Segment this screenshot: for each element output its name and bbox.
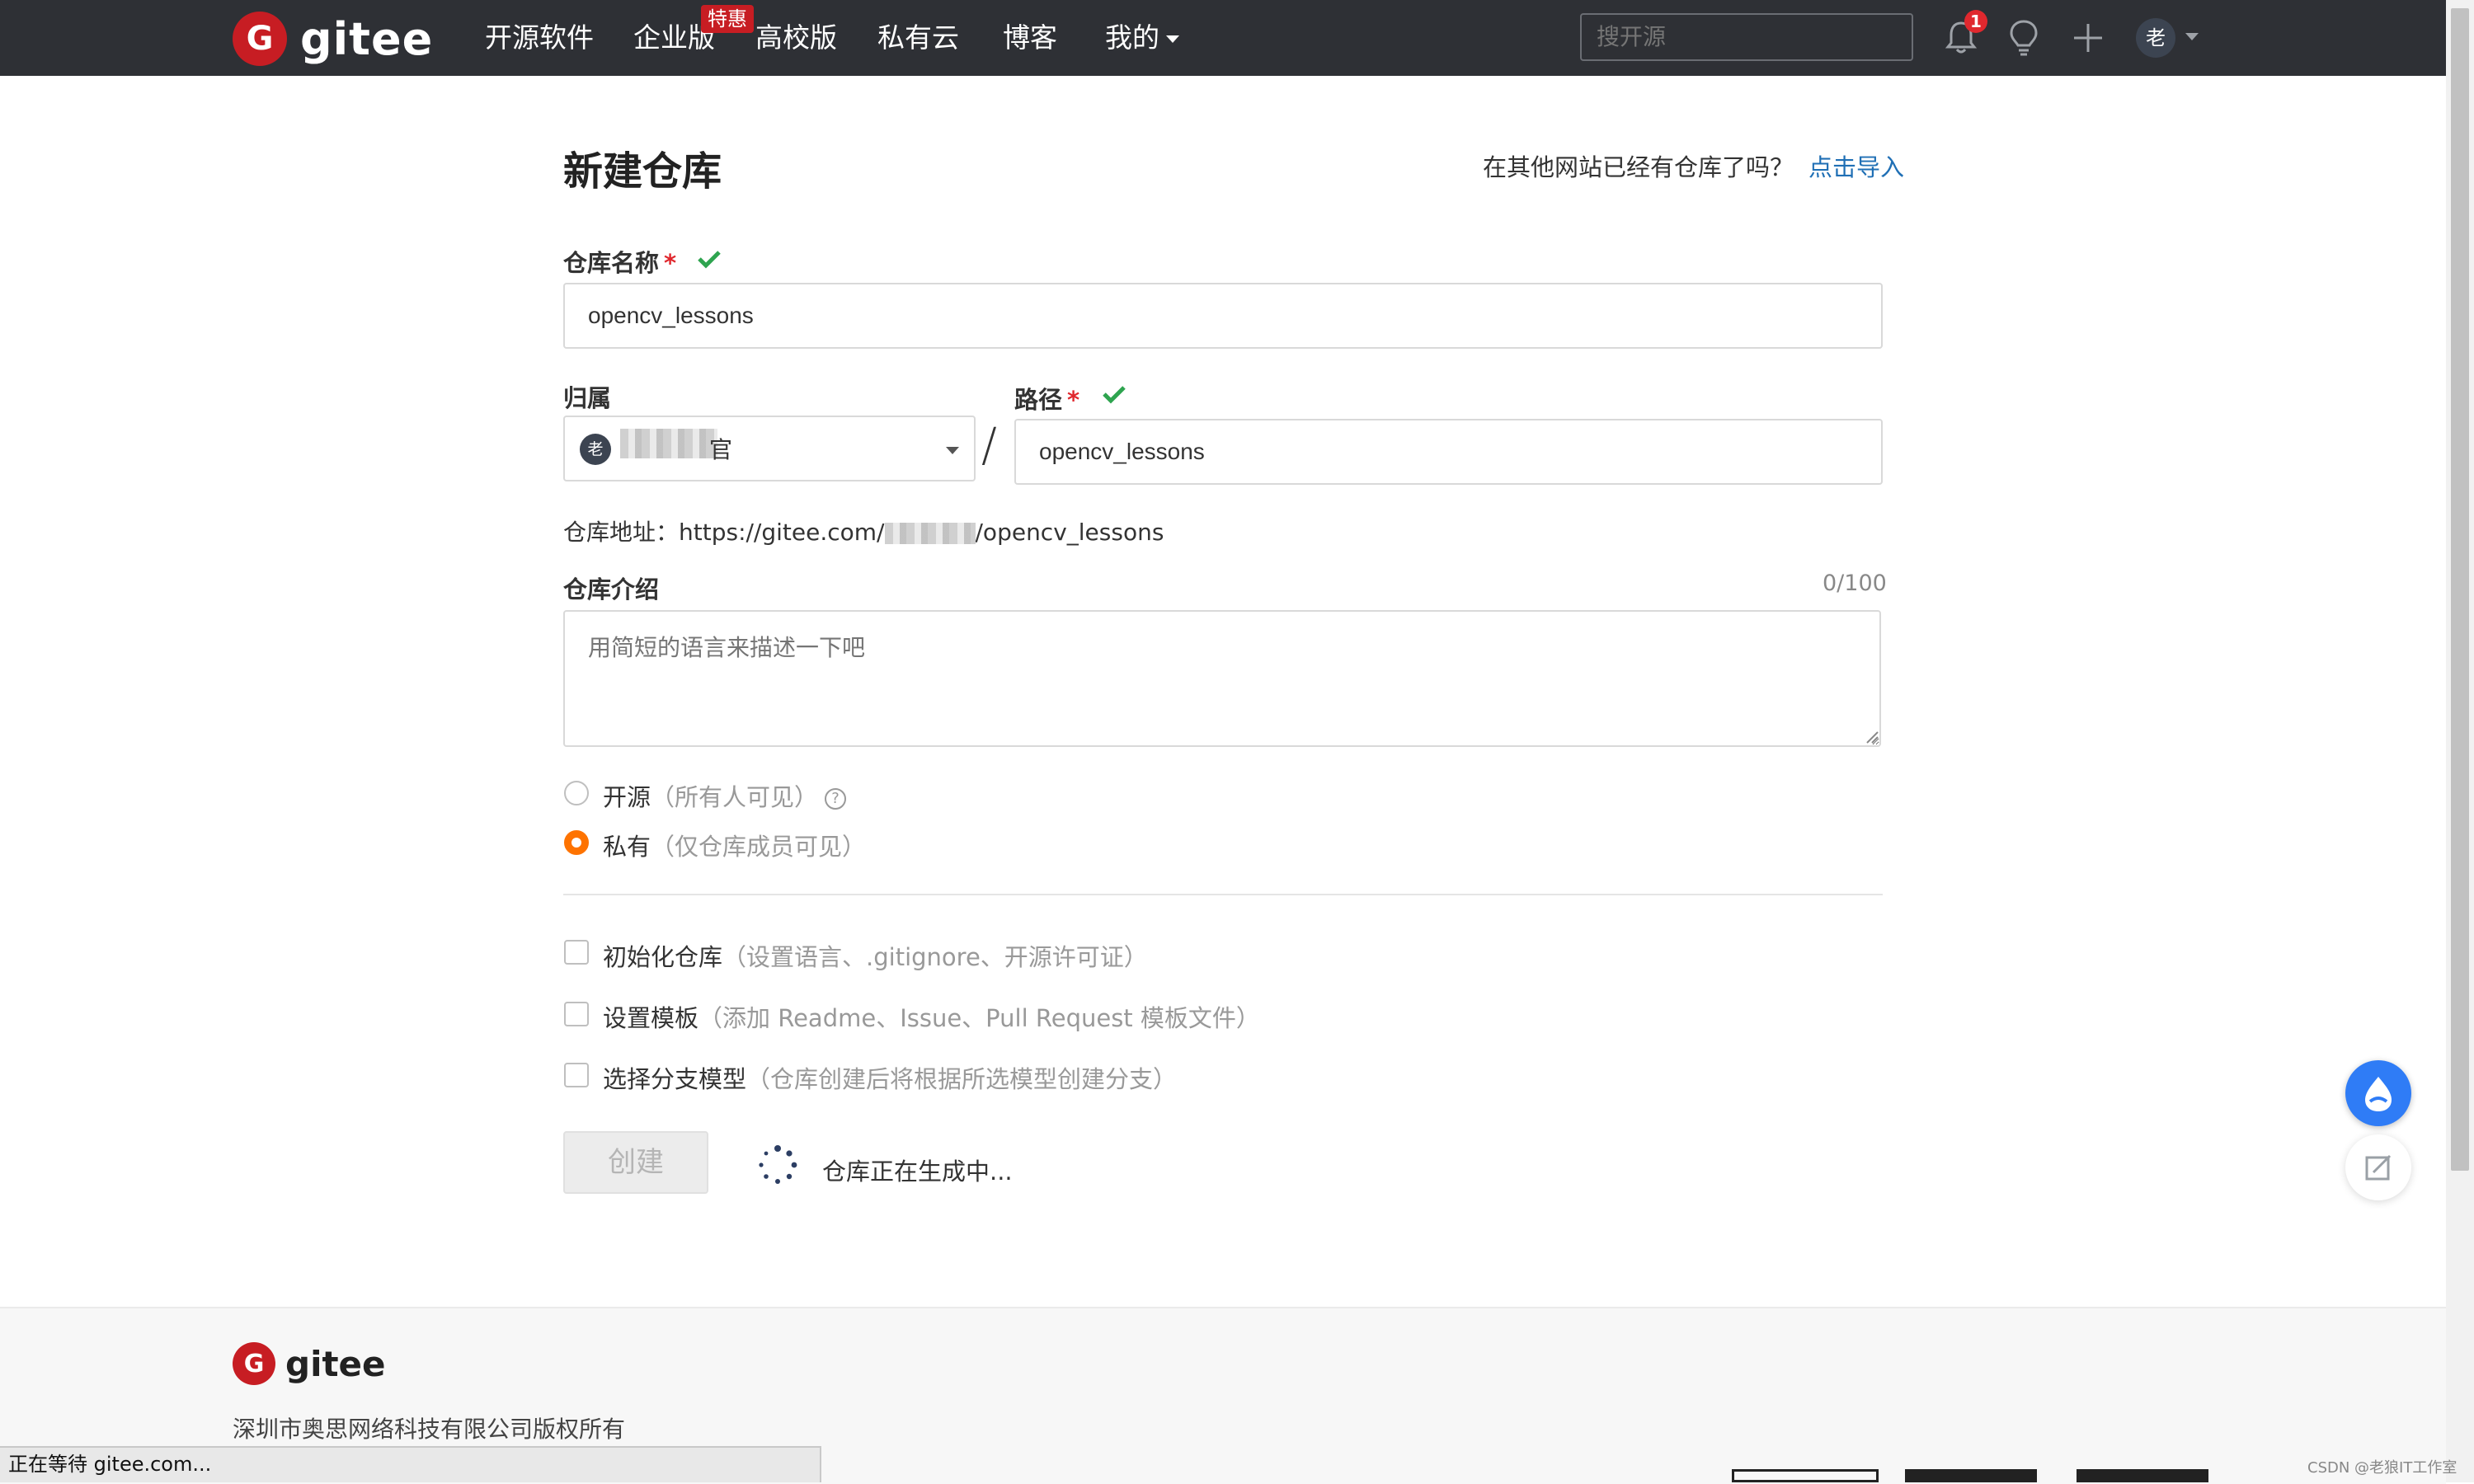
set-template-label: 设置模板: [603, 1004, 699, 1032]
nav-open-source[interactable]: 开源软件: [485, 20, 594, 56]
nav-blog[interactable]: 博客: [1003, 20, 1057, 56]
search-input[interactable]: [1580, 13, 1913, 61]
radio-private-label[interactable]: 私有（仅仓库成员可见）: [603, 828, 866, 862]
path-label: 路径 *: [1014, 381, 1079, 416]
owner-label: 归属: [563, 384, 612, 412]
page-title: 新建仓库: [563, 148, 722, 195]
footer-logo-text: gitee: [285, 1343, 386, 1384]
footer-qr-code: [1905, 1469, 2037, 1482]
radio-public-label[interactable]: 开源（所有人可见）?: [603, 778, 847, 813]
checkbox-init-repo[interactable]: [564, 940, 589, 965]
create-button[interactable]: 创建: [563, 1131, 708, 1194]
repo-url-redacted: [884, 523, 976, 544]
radio-public-text: 开源: [603, 783, 651, 811]
loading-spinner-icon: [759, 1145, 797, 1184]
radio-public-hint: （所有人可见）: [651, 783, 819, 811]
description-char-counter: 0/100: [1823, 571, 1887, 596]
nav-mine-label: 我的: [1105, 21, 1159, 54]
help-icon[interactable]: ?: [825, 788, 847, 810]
set-template-hint: （添加 Readme、Issue、Pull Request 模板文件）: [698, 1004, 1260, 1032]
avatar-chevron-down-icon[interactable]: [2185, 33, 2199, 40]
footer-copyright: 深圳市奥思网络科技有限公司版权所有: [233, 1416, 626, 1443]
path-label-text: 路径: [1014, 386, 1063, 414]
path-input[interactable]: [1014, 419, 1883, 485]
import-prompt: 在其他网站已经有仓库了吗？ 点击导入: [1483, 148, 1904, 183]
import-link[interactable]: 点击导入: [1808, 153, 1904, 181]
set-template-option[interactable]: 设置模板（添加 Readme、Issue、Pull Request 模板文件）: [603, 999, 1260, 1034]
radio-private-text: 私有: [603, 833, 651, 861]
top-navbar: G gitee 开源软件 企业版 特惠 高校版 私有云 博客 我的 1 老: [0, 0, 2446, 76]
required-mark: *: [1067, 386, 1080, 414]
gitee-logo-icon: G: [233, 12, 287, 66]
chevron-down-icon: [946, 447, 959, 454]
branch-model-hint: （仓库创建后将根据所选模型创建分支）: [746, 1065, 1178, 1093]
description-textarea[interactable]: [563, 610, 1881, 747]
footer-qr-code: [1732, 1469, 1879, 1482]
radio-public[interactable]: [564, 781, 589, 805]
creation-status-text: 仓库正在生成中...: [822, 1158, 1013, 1186]
owner-name-visible: 官: [709, 436, 733, 463]
nav-education[interactable]: 高校版: [755, 20, 837, 56]
checkbox-branch-model[interactable]: [564, 1063, 589, 1087]
radio-private-hint: （仅仓库成员可见）: [651, 833, 867, 861]
lightbulb-icon[interactable]: [2007, 18, 2040, 58]
gitee-logo-text: gitee: [300, 12, 434, 65]
gitee-footer-logo-icon: G: [233, 1342, 275, 1385]
radio-private[interactable]: [564, 830, 589, 855]
branch-model-label: 选择分支模型: [603, 1065, 747, 1093]
checkmark-icon: [1103, 386, 1126, 404]
init-repo-hint: （设置语言、.gitignore、开源许可证）: [722, 943, 1148, 971]
user-avatar[interactable]: 老: [2136, 18, 2175, 58]
init-repo-option[interactable]: 初始化仓库（设置语言、.gitignore、开源许可证）: [603, 938, 1148, 973]
enterprise-promo-badge: 特惠: [701, 5, 754, 33]
init-repo-label: 初始化仓库: [603, 943, 723, 971]
footer-qr-code: [2077, 1469, 2208, 1482]
repo-url-prefix: 仓库地址：https://gitee.com/: [563, 519, 885, 546]
plus-icon[interactable]: [2072, 21, 2105, 54]
section-divider: [563, 894, 1883, 895]
resize-handle-icon[interactable]: [1865, 730, 1879, 744]
nav-mine[interactable]: 我的: [1105, 20, 1179, 56]
footer-logo[interactable]: G gitee: [233, 1342, 386, 1385]
description-label: 仓库介绍: [563, 575, 660, 603]
import-prompt-text: 在其他网站已经有仓库了吗？: [1483, 153, 1794, 181]
scrollbar-thumb[interactable]: [2451, 8, 2469, 1171]
repo-name-label: 仓库名称 *: [563, 244, 676, 279]
branch-model-option[interactable]: 选择分支模型（仓库创建后将根据所选模型创建分支）: [603, 1060, 1177, 1095]
checkbox-set-template[interactable]: [564, 1002, 589, 1026]
owner-avatar: 老: [580, 434, 611, 465]
repo-name-label-text: 仓库名称: [563, 249, 660, 277]
browser-status-bar: 正在等待 gitee.com...: [0, 1446, 821, 1482]
checkmark-icon: [698, 251, 721, 269]
chevron-down-icon: [1166, 35, 1179, 43]
floating-feedback-button[interactable]: [2345, 1134, 2411, 1200]
required-mark: *: [664, 249, 677, 277]
owner-name-redacted: [620, 429, 717, 458]
repo-name-input[interactable]: [563, 283, 1883, 349]
nav-private-cloud[interactable]: 私有云: [877, 20, 959, 56]
csdn-watermark: CSDN @老狼IT工作室: [2307, 1459, 2458, 1477]
notification-count-badge: 1: [1964, 10, 1987, 33]
repo-url: 仓库地址：https://gitee.com/ /opencv_lessons: [563, 514, 1164, 547]
path-separator: /: [981, 419, 997, 472]
edit-icon: [2365, 1154, 2392, 1181]
repo-url-suffix: /opencv_lessons: [975, 519, 1164, 546]
droplet-icon: [2365, 1077, 2392, 1111]
floating-assistant-button[interactable]: [2345, 1060, 2411, 1126]
gitee-logo[interactable]: G gitee: [233, 10, 433, 68]
